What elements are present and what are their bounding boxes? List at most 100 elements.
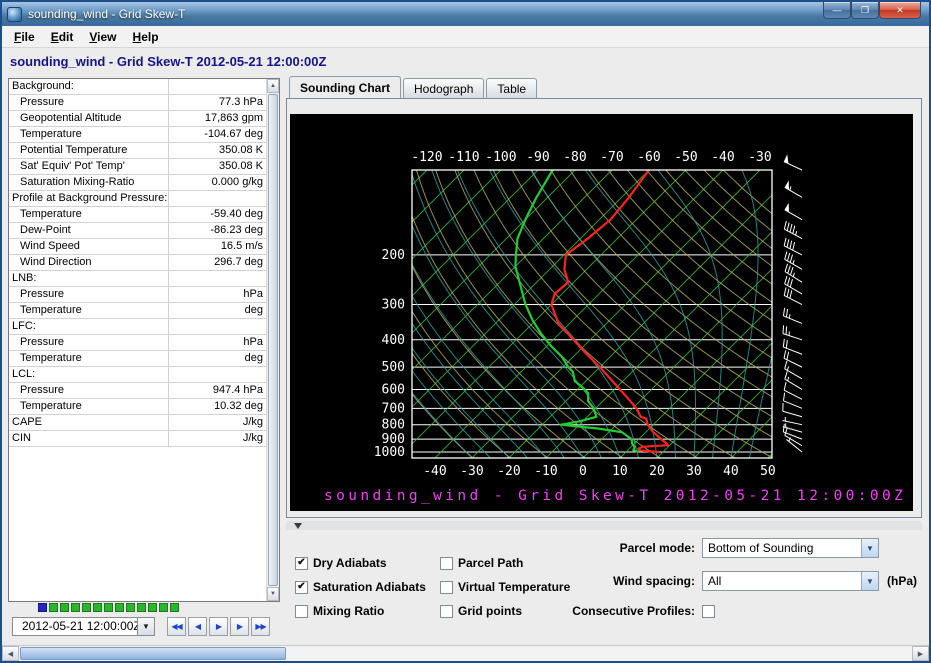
consecutive-profiles-row: Consecutive Profiles:	[565, 604, 720, 618]
animation-step[interactable]	[170, 603, 179, 612]
table-row[interactable]: Pressure77.3 hPa	[9, 95, 266, 111]
table-scrollbar-thumb[interactable]	[268, 94, 278, 586]
consecutive-profiles-checkbox[interactable]	[702, 605, 715, 618]
skewt-chart[interactable]: -120-110-100-90-80-70-60-50-40-30-40-30-…	[290, 114, 913, 511]
table-row[interactable]: LNB:	[9, 271, 266, 287]
time-combo[interactable]: 2012-05-21 12:00:00Z	[12, 617, 138, 636]
bottom-scrollbar[interactable]: ◀ ▶	[2, 645, 929, 661]
table-row[interactable]: LFC:	[9, 319, 266, 335]
checkbox-dry-adiabats[interactable]: ✔Dry Adiabats	[295, 551, 440, 575]
maximize-button[interactable]: ❐	[851, 2, 879, 19]
table-row[interactable]: Background:	[9, 79, 266, 95]
scroll-left-icon[interactable]: ◀	[2, 646, 19, 661]
animation-step[interactable]	[93, 603, 102, 612]
scroll-right-icon[interactable]: ▶	[912, 646, 929, 661]
menu-file[interactable]: File	[6, 28, 43, 46]
row-value: 10.32 deg	[169, 399, 266, 414]
split-divider[interactable]	[286, 521, 922, 530]
table-row[interactable]: Wind Speed16.5 m/s	[9, 239, 266, 255]
close-button[interactable]: ✕	[879, 2, 921, 19]
menu-view[interactable]: View	[81, 28, 124, 46]
row-label: Dew-Point	[9, 223, 169, 238]
table-row[interactable]: Temperature-59.40 deg	[9, 207, 266, 223]
step-back-button[interactable]: ◀	[188, 617, 207, 636]
checkbox-mixing-ratio[interactable]: Mixing Ratio	[295, 599, 440, 623]
table-row[interactable]: CINJ/kg	[9, 431, 266, 447]
checkbox-label: Saturation Adiabats	[313, 580, 426, 594]
chevron-down-icon[interactable]: ▼	[861, 572, 878, 590]
table-row[interactable]: Sat' Equiv' Pot' Temp'350.08 K	[9, 159, 266, 175]
svg-text:-70: -70	[600, 150, 623, 165]
time-combo-arrow-icon[interactable]: ▼	[138, 617, 155, 636]
menu-edit[interactable]: Edit	[43, 28, 82, 46]
animation-step[interactable]	[71, 603, 80, 612]
table-row[interactable]: Temperaturedeg	[9, 351, 266, 367]
animation-step[interactable]	[60, 603, 69, 612]
animation-step[interactable]	[148, 603, 157, 612]
svg-text:1000: 1000	[374, 445, 405, 460]
bottom-scrollbar-thumb[interactable]	[20, 647, 286, 660]
checkbox-box-icon[interactable]	[295, 605, 308, 618]
sounding-table: Background:Pressure77.3 hPaGeopotential …	[8, 78, 280, 602]
go-to-beginning-button[interactable]: ◀◀	[167, 617, 186, 636]
tab-table[interactable]: Table	[486, 78, 537, 98]
checkbox-box-icon[interactable]	[440, 557, 453, 570]
animation-step[interactable]	[137, 603, 146, 612]
checkbox-box-icon[interactable]: ✔	[295, 557, 308, 570]
table-row[interactable]: LCL:	[9, 367, 266, 383]
table-row[interactable]: Saturation Mixing-Ratio0.000 g/kg	[9, 175, 266, 191]
table-row[interactable]: Profile at Background Pressure:	[9, 191, 266, 207]
tab-sounding-chart[interactable]: Sounding Chart	[289, 76, 401, 98]
chevron-down-icon[interactable]: ▼	[861, 539, 878, 557]
chart-title: sounding_wind - Grid Skew-T 2012-05-21 1…	[324, 488, 906, 504]
animation-step[interactable]	[38, 603, 47, 612]
wind-spacing-combo[interactable]: All ▼	[702, 571, 879, 591]
table-row[interactable]: Temperaturedeg	[9, 303, 266, 319]
table-row[interactable]: PressurehPa	[9, 287, 266, 303]
checkbox-box-icon[interactable]: ✔	[295, 581, 308, 594]
table-row[interactable]: CAPEJ/kg	[9, 415, 266, 431]
play-button[interactable]: ▶	[209, 617, 228, 636]
svg-text:-30: -30	[748, 150, 771, 165]
temperature-line	[551, 170, 668, 452]
table-row[interactable]: PressurehPa	[9, 335, 266, 351]
tab-hodograph[interactable]: Hodograph	[403, 78, 484, 98]
checkbox-label: Parcel Path	[458, 556, 523, 570]
table-row[interactable]: Temperature-104.67 deg	[9, 127, 266, 143]
row-value: 947.4 hPa	[169, 383, 266, 398]
transport-buttons: ◀◀◀▶▶▶▶	[165, 617, 270, 636]
window-controls: —❐✕	[823, 2, 921, 19]
animation-step[interactable]	[82, 603, 91, 612]
step-forward-button[interactable]: ▶	[230, 617, 249, 636]
row-label: CAPE	[9, 415, 169, 430]
minimize-button[interactable]: —	[823, 2, 851, 19]
go-to-end-button[interactable]: ▶▶	[251, 617, 270, 636]
menu-help[interactable]: Help	[125, 28, 167, 46]
animation-step[interactable]	[159, 603, 168, 612]
divider-grip-icon[interactable]	[294, 523, 302, 529]
table-row[interactable]: Wind Direction296.7 deg	[9, 255, 266, 271]
animation-step[interactable]	[49, 603, 58, 612]
checkbox-box-icon[interactable]	[440, 605, 453, 618]
title-bar[interactable]: sounding_wind - Grid Skew-T —❐✕	[2, 2, 929, 26]
wind-spacing-label: Wind spacing:	[565, 574, 695, 588]
scroll-up-icon[interactable]: ▲	[267, 79, 279, 93]
animation-step[interactable]	[115, 603, 124, 612]
svg-text:600: 600	[382, 382, 405, 397]
table-row[interactable]: Dew-Point-86.23 deg	[9, 223, 266, 239]
table-row[interactable]: Temperature10.32 deg	[9, 399, 266, 415]
checkbox-saturation-adiabats[interactable]: ✔ Saturation Adiabats	[295, 575, 440, 599]
table-row[interactable]: Pressure947.4 hPa	[9, 383, 266, 399]
scroll-down-icon[interactable]: ▼	[267, 587, 279, 601]
checkbox-box-icon[interactable]	[440, 581, 453, 594]
table-row[interactable]: Potential Temperature350.08 K	[9, 143, 266, 159]
hpa-suffix: (hPa)	[887, 574, 917, 588]
parcel-mode-combo[interactable]: Bottom of Sounding ▼	[702, 538, 879, 558]
table-scrollbar[interactable]: ▲ ▼	[266, 79, 279, 601]
animation-step[interactable]	[104, 603, 113, 612]
row-label: LNB:	[9, 271, 169, 286]
animation-step[interactable]	[126, 603, 135, 612]
table-row[interactable]: Geopotential Altitude17,863 gpm	[9, 111, 266, 127]
row-label: Pressure	[9, 335, 169, 350]
svg-text:300: 300	[382, 298, 405, 313]
